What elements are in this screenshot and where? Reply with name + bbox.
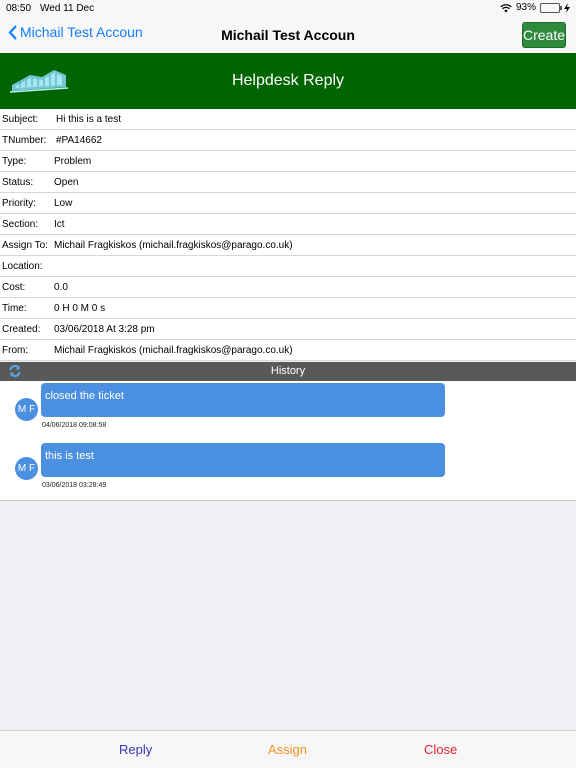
bottom-toolbar: Reply Assign Close bbox=[0, 730, 576, 768]
field-label: TNumber: bbox=[2, 135, 47, 146]
status-time: 08:50 bbox=[6, 3, 32, 14]
field-row-section: Section: Ict bbox=[0, 214, 576, 235]
field-row-subject: Subject: Hi this is a test bbox=[0, 109, 576, 130]
charging-bolt-icon bbox=[564, 2, 570, 13]
wifi-icon bbox=[500, 3, 512, 12]
status-date: Wed 11 Dec bbox=[40, 3, 95, 14]
field-label: Created: bbox=[2, 324, 41, 335]
field-label: Section: bbox=[2, 219, 39, 230]
avatar: M F bbox=[15, 398, 38, 421]
history-title: History bbox=[270, 365, 306, 377]
field-label: Type: bbox=[2, 156, 27, 167]
field-row-time: Time: 0 H 0 M 0 s bbox=[0, 298, 576, 319]
field-value: Michail Fragkiskos (michail.fragkiskos@p… bbox=[54, 345, 293, 356]
message-bubble[interactable]: closed the ticket bbox=[41, 383, 445, 417]
assign-button[interactable]: Assign bbox=[268, 742, 307, 757]
battery-icon bbox=[540, 2, 562, 13]
field-row-cost: Cost: 0.0 bbox=[0, 277, 576, 298]
history-list: M F closed the ticket 04/06/2018 09:08:5… bbox=[0, 381, 576, 501]
banner-title: Helpdesk Reply bbox=[231, 72, 345, 89]
field-row-assign-to: Assign To: Michail Fragkiskos (michail.f… bbox=[0, 235, 576, 256]
field-value: #PA14662 bbox=[56, 135, 102, 146]
back-button-label: Michail Test Accoun bbox=[20, 24, 143, 40]
avatar: M F bbox=[15, 457, 38, 480]
field-row-priority: Priority: Low bbox=[0, 193, 576, 214]
field-label: Assign To: bbox=[2, 240, 48, 251]
status-right: 93% bbox=[500, 2, 570, 13]
field-value: Problem bbox=[54, 156, 92, 167]
field-value: Hi this is a test bbox=[56, 114, 122, 125]
battery-percent: 93% bbox=[515, 2, 536, 13]
back-button[interactable]: Michail Test Accoun bbox=[8, 24, 143, 40]
message-timestamp: 03/06/2018 03:28:49 bbox=[42, 482, 107, 489]
field-label: Status: bbox=[2, 177, 34, 188]
ticket-fields: Subject: Hi this is a test TNumber: #PA1… bbox=[0, 109, 576, 361]
field-label: Location: bbox=[2, 261, 43, 272]
message-timestamp: 04/06/2018 09:08:58 bbox=[42, 422, 107, 429]
nav-bar: Michail Test Accoun Michail Test Accoun … bbox=[0, 18, 576, 53]
field-row-location: Location: bbox=[0, 256, 576, 277]
field-label: Subject: bbox=[2, 114, 39, 125]
field-row-created: Created: 03/06/2018 At 3:28 pm bbox=[0, 319, 576, 340]
field-value: Open bbox=[54, 177, 79, 188]
history-message: M F this is test 03/06/2018 03:28:49 bbox=[0, 441, 576, 497]
create-button[interactable]: Create bbox=[522, 22, 566, 48]
chevron-left-icon bbox=[8, 24, 17, 40]
status-bar: 08:50 Wed 11 Dec 93% bbox=[0, 0, 576, 18]
field-value: 0.0 bbox=[54, 282, 68, 293]
field-row-status: Status: Open bbox=[0, 172, 576, 193]
field-value: 0 H 0 M 0 s bbox=[54, 303, 106, 314]
history-header: History bbox=[0, 362, 576, 381]
field-value: 03/06/2018 At 3:28 pm bbox=[54, 324, 155, 335]
field-label: From: bbox=[2, 345, 29, 356]
field-label: Priority: bbox=[2, 198, 36, 209]
field-value: Low bbox=[54, 198, 73, 209]
history-message: M F closed the ticket 04/06/2018 09:08:5… bbox=[0, 381, 576, 437]
message-bubble[interactable]: this is test bbox=[41, 443, 445, 477]
field-label: Time: bbox=[2, 303, 27, 314]
field-row-tnumber: TNumber: #PA14662 bbox=[0, 130, 576, 151]
field-value: Ict bbox=[54, 219, 65, 230]
reply-button[interactable]: Reply bbox=[119, 742, 152, 757]
field-label: Cost: bbox=[2, 282, 26, 293]
field-row-from: From: Michail Fragkiskos (michail.fragki… bbox=[0, 340, 576, 361]
field-row-type: Type: Problem bbox=[0, 151, 576, 172]
helpdesk-banner: Helpdesk Reply bbox=[0, 53, 576, 109]
close-button[interactable]: Close bbox=[424, 742, 457, 757]
field-value: Michail Fragkiskos (michail.fragkiskos@p… bbox=[54, 240, 293, 251]
